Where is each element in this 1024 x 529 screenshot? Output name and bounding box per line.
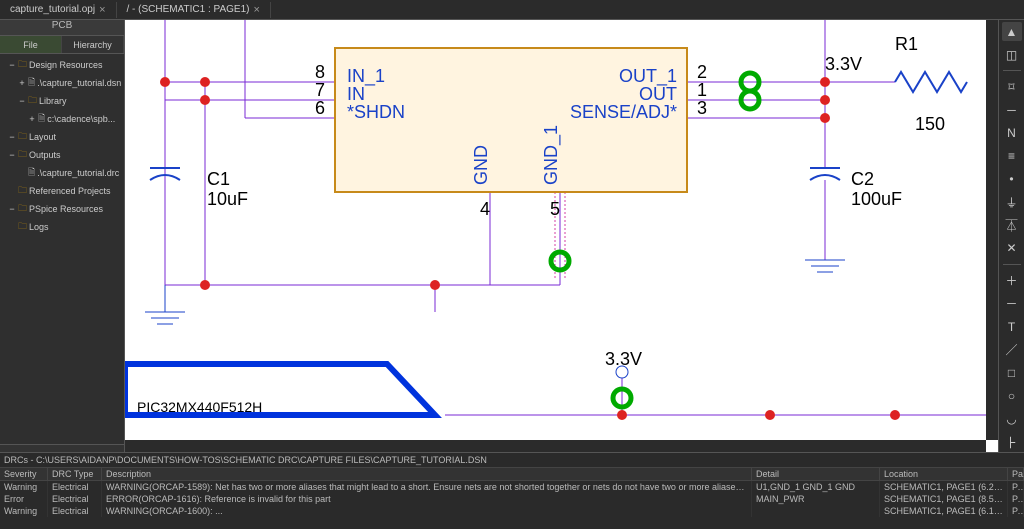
tree-item[interactable]: Logs [0, 218, 124, 236]
zoom-out-icon[interactable]: － [1002, 294, 1022, 313]
pin-name: GND_1 [541, 125, 562, 185]
place-power-icon[interactable]: ⏚ [1002, 193, 1022, 212]
rect-tool-icon[interactable]: □ [1002, 363, 1022, 382]
project-panel: PCB File Hierarchy −Design Resources+.\c… [0, 20, 125, 452]
right-toolbar: ▲ ◫ ⌑ ─ N ≡ • ⏚ ⏄ ✕ ＋ － T ／ □ ○ ◡ ⺊ [998, 20, 1024, 452]
place-part-icon[interactable]: ⌑ [1002, 77, 1022, 96]
schematic-canvas[interactable]: 8 7 6 IN_1 IN *SHDN 2 1 3 OUT_1 OUT SENS… [125, 20, 998, 452]
tree-item[interactable]: −Outputs [0, 146, 124, 164]
drc-table-header: Severity DRC Type Description Detail Loc… [0, 468, 1024, 481]
tree-item[interactable]: .\capture_tutorial.drc [0, 164, 124, 182]
pin-num: 4 [480, 199, 490, 219]
place-net-icon[interactable]: N [1002, 123, 1022, 142]
pin-num: 7 [315, 80, 325, 100]
project-tree[interactable]: −Design Resources+.\capture_tutorial.dsn… [0, 54, 124, 444]
pin-num: 1 [697, 80, 707, 100]
close-icon[interactable]: × [99, 4, 105, 16]
tree-item[interactable]: +.\capture_tutorial.dsn [0, 74, 124, 92]
place-junction-icon[interactable]: • [1002, 170, 1022, 189]
line-tool-icon[interactable]: ／ [1002, 340, 1022, 359]
tab-project-label: capture_tutorial.opj [10, 4, 95, 15]
c1-val: 10uF [207, 189, 248, 209]
drc-row[interactable]: ErrorElectricalERROR(ORCAP-1616): Refere… [0, 493, 1024, 505]
pin-name: IN [347, 84, 365, 104]
part-ref-label: PIC32MX440F512H [137, 399, 262, 415]
tree-item[interactable]: Referenced Projects [0, 182, 124, 200]
tree-item[interactable]: −Library [0, 92, 124, 110]
arc-tool-icon[interactable]: ◡ [1002, 410, 1022, 429]
project-panel-header: PCB [0, 20, 124, 36]
vertical-scrollbar[interactable] [986, 20, 998, 440]
place-bus-icon[interactable]: ≡ [1002, 147, 1022, 166]
tree-item[interactable]: −PSpice Resources [0, 200, 124, 218]
pin-name: GND [471, 145, 491, 185]
col-description[interactable]: Description [102, 468, 752, 480]
pin-name: *SHDN [347, 102, 405, 122]
col-detail[interactable]: Detail [752, 468, 880, 480]
pin-num: 6 [315, 98, 325, 118]
pin-num: 2 [697, 62, 707, 82]
c1-ref: C1 [207, 169, 230, 189]
place-noconnect-icon[interactable]: ✕ [1002, 239, 1022, 258]
col-location[interactable]: Location [880, 468, 1008, 480]
tree-item[interactable]: −Design Resources [0, 56, 124, 74]
polyline-tool-icon[interactable]: ⺊ [1002, 433, 1022, 452]
tree-item[interactable]: +c:\cadence\spb... [0, 110, 124, 128]
drc-row[interactable]: WarningElectricalWARNING(ORCAP-1600): ..… [0, 505, 1024, 517]
tree-tab-file[interactable]: File [0, 36, 62, 53]
col-page[interactable]: Pa... [1008, 468, 1024, 480]
drc-report-path: DRCs - C:\USERS\AIDANP\DOCUMENTS\HOW-TOS… [0, 453, 1024, 468]
select-tool-icon[interactable]: ▲ [1002, 22, 1022, 41]
ellipse-tool-icon[interactable]: ○ [1002, 387, 1022, 406]
r1-val: 150 [915, 114, 945, 134]
tree-item[interactable]: −Layout [0, 128, 124, 146]
tree-tab-hierarchy[interactable]: Hierarchy [62, 36, 124, 53]
tab-page-label: / - (SCHEMATIC1 : PAGE1) [127, 4, 250, 15]
document-tabs: capture_tutorial.opj × / - (SCHEMATIC1 :… [0, 0, 1024, 20]
tab-page[interactable]: / - (SCHEMATIC1 : PAGE1) × [117, 2, 271, 18]
col-severity[interactable]: Severity [0, 468, 48, 480]
tab-project[interactable]: capture_tutorial.opj × [0, 2, 117, 18]
c2-ref: C2 [851, 169, 874, 189]
text-tool-icon[interactable]: T [1002, 317, 1022, 336]
close-icon[interactable]: × [253, 4, 259, 16]
place-wire-icon[interactable]: ─ [1002, 100, 1022, 119]
horizontal-scrollbar[interactable] [125, 440, 986, 452]
r1-ref: R1 [895, 34, 918, 54]
pin-name: SENSE/ADJ* [570, 102, 677, 122]
c2-val: 100uF [851, 189, 902, 209]
pin-name: OUT [639, 84, 677, 104]
pin-num: 8 [315, 62, 325, 82]
place-ground-icon[interactable]: ⏄ [1002, 216, 1022, 235]
drc-row[interactable]: WarningElectricalWARNING(ORCAP-1589): Ne… [0, 481, 1024, 493]
schematic-svg[interactable]: 8 7 6 IN_1 IN *SHDN 2 1 3 OUT_1 OUT SENS… [125, 20, 998, 452]
col-drc-type[interactable]: DRC Type [48, 468, 102, 480]
pin-num: 5 [550, 199, 560, 219]
pin-num: 3 [697, 98, 707, 118]
net-3v3-label: 3.3V [825, 54, 862, 74]
drc-report-panel: DRCs - C:\USERS\AIDANP\DOCUMENTS\HOW-TOS… [0, 452, 1024, 529]
snap-icon[interactable]: ◫ [1002, 45, 1022, 64]
zoom-in-icon[interactable]: ＋ [1002, 271, 1022, 290]
